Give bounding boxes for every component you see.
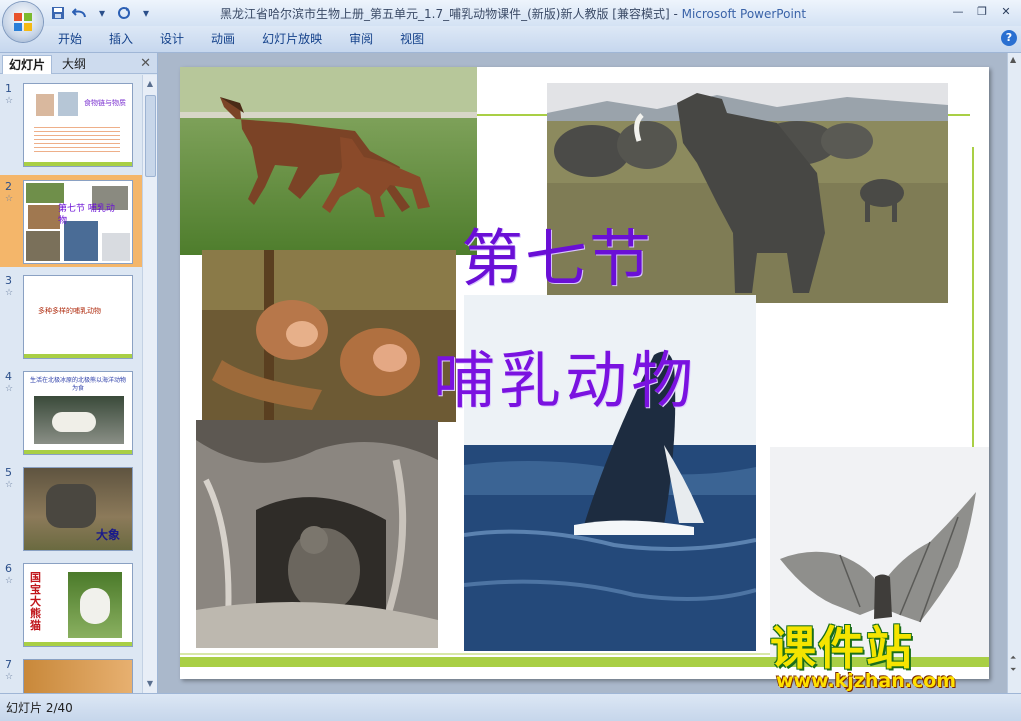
slide-thumb-6[interactable]: 6 ☆ 国宝大熊猫: [0, 563, 142, 649]
slides-panel: 幻灯片 大纲 ✕ 1 ☆ 食物链与物质 2 ☆ 第七节 哺乳动物 3 ☆ 多种多…: [0, 53, 158, 693]
thumbnail-image: [23, 659, 133, 693]
thumbnail-image: 生活在北极冰原的北极熊以海洋动物为食: [23, 371, 133, 455]
restore-icon[interactable]: ❐: [971, 3, 993, 20]
animation-star-icon: ☆: [5, 96, 14, 106]
site-watermark: 课件站 www.kjzhan.com: [770, 622, 1001, 693]
thumbnail-image: 食物链与物质: [23, 83, 133, 167]
quick-access-toolbar: ▾ ▾: [50, 4, 154, 22]
thumb-title: 第七节 哺乳动物: [58, 204, 115, 226]
customize-qat-icon[interactable]: ▾: [138, 5, 154, 21]
office-logo-icon: [14, 13, 32, 31]
slide-number: 4: [5, 370, 12, 383]
watermark-logo-text: 课件站: [770, 621, 914, 675]
monkeys-photo: [202, 250, 456, 422]
thumbnail-image: 国宝大熊猫: [23, 563, 133, 647]
close-panel-icon[interactable]: ✕: [140, 56, 151, 71]
ribbon: 开始 插入 设计 动画 幻灯片放映 审阅 视图 ?: [0, 26, 1021, 53]
slide-number: 5: [5, 466, 12, 479]
slide-thumb-3[interactable]: 3 ☆ 多种多样的哺乳动物: [0, 275, 142, 361]
app-name: Microsoft PowerPoint: [681, 7, 807, 21]
animation-star-icon: ☆: [5, 194, 14, 204]
window-title: 黑龙江省哈尔滨市生物上册_第五单元_1.7_哺乳动物课件_(新版)新人教版 [兼…: [220, 5, 806, 22]
green-vertical-line: [972, 147, 974, 447]
close-icon[interactable]: ✕: [995, 3, 1017, 20]
office-button[interactable]: [3, 2, 43, 42]
slide-counter: 幻灯片 2/40: [6, 701, 73, 715]
slide-thumbnail-list: 1 ☆ 食物链与物质 2 ☆ 第七节 哺乳动物 3 ☆ 多种多样的哺乳动物 4 …: [0, 75, 142, 693]
watermark-url: www.kjzhan.com: [776, 670, 957, 692]
tab-design[interactable]: 设计: [160, 30, 197, 48]
slide-number: 2: [5, 180, 12, 193]
thumb-title: 国宝大熊猫: [30, 571, 41, 632]
slide-number: 6: [5, 562, 12, 575]
slide-title-line1[interactable]: 第七节: [461, 208, 653, 298]
window-controls: — ❐ ✕: [947, 3, 1017, 20]
dropdown-arrow-icon[interactable]: ▾: [94, 5, 110, 21]
thumb-title: 生活在北极冰原的北极熊以海洋动物为食: [29, 377, 126, 392]
tab-insert[interactable]: 插入: [109, 30, 146, 48]
undo-icon[interactable]: [72, 5, 88, 21]
tab-outline[interactable]: 大纲: [56, 55, 92, 73]
slide-editing-area: 第七节 哺乳动物: [158, 53, 1007, 693]
thumbnail-image: 第七节 哺乳动物: [23, 180, 133, 264]
animation-star-icon: ☆: [5, 384, 14, 394]
slide-thumb-5[interactable]: 5 ☆ 大象: [0, 467, 142, 553]
scroll-up-icon[interactable]: ▲: [145, 79, 155, 89]
slide-number: 3: [5, 274, 12, 287]
horses-photo: [180, 67, 477, 255]
slide-thumb-4[interactable]: 4 ☆ 生活在北极冰原的北极熊以海洋动物为食: [0, 371, 142, 457]
slide-title-line2[interactable]: 哺乳动物: [433, 330, 697, 420]
slide-scrollbar[interactable]: ▲ ⏶ ⏷: [1007, 53, 1021, 693]
thumb-title: 多种多样的哺乳动物: [38, 307, 101, 315]
tab-animation[interactable]: 动画: [211, 30, 248, 48]
ribbon-tabs: 开始 插入 设计 动画 幻灯片放映 审阅 视图: [58, 30, 451, 48]
tab-view[interactable]: 视图: [400, 30, 437, 48]
slide-thumb-7[interactable]: 7 ☆: [0, 659, 142, 693]
slide-thumb-2[interactable]: 2 ☆ 第七节 哺乳动物: [0, 175, 142, 267]
tab-slides[interactable]: 幻灯片: [2, 55, 53, 74]
prev-slide-icon[interactable]: ⏶: [1010, 653, 1016, 663]
burrow-animal-photo: [196, 420, 438, 648]
title-bar: ▾ ▾ 黑龙江省哈尔滨市生物上册_第五单元_1.7_哺乳动物课件_(新版)新人教…: [0, 0, 1021, 26]
scroll-down-icon[interactable]: ▼: [145, 679, 155, 689]
current-slide[interactable]: 第七节 哺乳动物: [180, 67, 989, 679]
minimize-icon[interactable]: —: [947, 3, 969, 20]
save-icon[interactable]: [50, 5, 66, 21]
thumb-title: 大象: [96, 528, 121, 542]
status-bar: 幻灯片 2/40: [0, 693, 1021, 721]
thumbnail-image: 大象: [23, 467, 133, 551]
slide-number: 1: [5, 82, 12, 95]
tab-review[interactable]: 审阅: [349, 30, 386, 48]
scroll-up-icon[interactable]: ▲: [1010, 55, 1016, 64]
animation-star-icon: ☆: [5, 672, 14, 682]
thumbnail-image: 多种多样的哺乳动物: [23, 275, 133, 359]
panel-scrollbar[interactable]: ▲ ▼: [142, 75, 157, 693]
animation-star-icon: ☆: [5, 480, 14, 490]
animation-star-icon: ☆: [5, 288, 14, 298]
panel-tabs: 幻灯片 大纲 ✕: [0, 53, 157, 74]
slide-thumb-1[interactable]: 1 ☆ 食物链与物质: [0, 83, 142, 169]
slide-number: 7: [5, 658, 12, 671]
next-slide-icon[interactable]: ⏷: [1010, 665, 1016, 675]
redo-icon[interactable]: [116, 5, 132, 21]
document-title: 黑龙江省哈尔滨市生物上册_第五单元_1.7_哺乳动物课件_(新版)新人教版 [兼…: [220, 7, 682, 21]
animation-star-icon: ☆: [5, 576, 14, 586]
thumb-title: 食物链与物质: [84, 99, 126, 107]
help-icon[interactable]: ?: [1001, 30, 1017, 46]
tab-home[interactable]: 开始: [58, 30, 95, 48]
scroll-thumb[interactable]: [145, 95, 156, 177]
tab-slideshow[interactable]: 幻灯片放映: [262, 30, 335, 48]
